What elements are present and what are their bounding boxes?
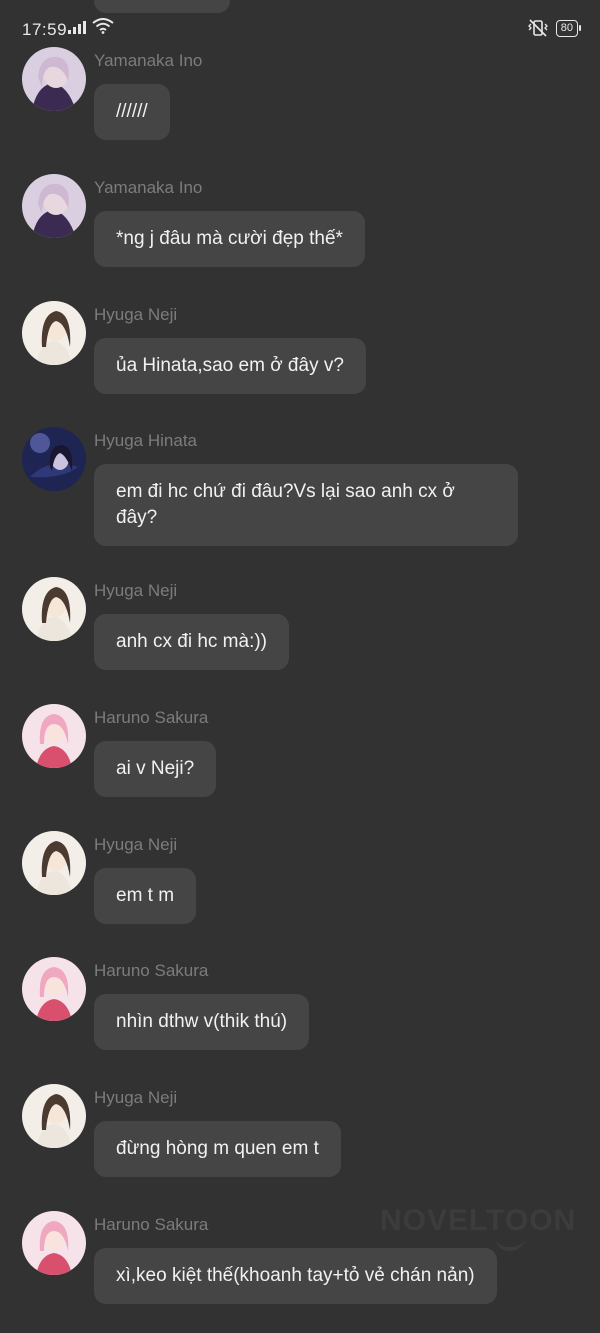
watermark-logo: NOVELTOON bbox=[380, 1204, 577, 1237]
sender-name: Yamanaka Ino bbox=[94, 178, 203, 197]
avatar[interactable] bbox=[22, 831, 86, 895]
sender-name: Haruno Sakura bbox=[94, 961, 209, 980]
avatar[interactable] bbox=[22, 704, 86, 768]
sender-name: Yamanaka Ino bbox=[94, 51, 203, 70]
avatar[interactable] bbox=[22, 47, 86, 111]
sender-name: Hyuga Neji bbox=[94, 835, 178, 854]
sender-name: Haruno Sakura bbox=[94, 708, 209, 727]
message-bubble[interactable]: ////// bbox=[94, 84, 170, 140]
chat-list[interactable]: Yamanaka Ino ////// Yamanaka Ino *ng j đ… bbox=[0, 0, 600, 1333]
message-bubble[interactable]: xì,keo kiệt thế(khoanh tay+tỏ vẻ chán nả… bbox=[94, 1248, 497, 1304]
sender-name: Hyuga Neji bbox=[94, 581, 178, 600]
avatar[interactable] bbox=[22, 577, 86, 641]
avatar[interactable] bbox=[22, 957, 86, 1021]
message-bubble[interactable]: nhìn dthw v(thik thú) bbox=[94, 994, 310, 1050]
avatar[interactable] bbox=[22, 427, 86, 491]
sender-name: Hyuga Hinata bbox=[94, 431, 198, 450]
message-bubble[interactable]: ai v Neji? bbox=[94, 741, 217, 797]
sender-name: Hyuga Neji bbox=[94, 305, 178, 324]
message-bubble[interactable]: em t m bbox=[94, 868, 197, 924]
avatar[interactable] bbox=[22, 1084, 86, 1148]
message-bubble[interactable]: *ng j đâu mà cười đẹp thế* bbox=[94, 211, 365, 267]
avatar[interactable] bbox=[22, 301, 86, 365]
sender-name: Haruno Sakura bbox=[94, 1215, 209, 1234]
message-bubble[interactable]: anh cx đi hc mà:)) bbox=[94, 614, 289, 670]
message-bubble[interactable]: em đi hc chứ đi đâu?Vs lại sao anh cx ở … bbox=[94, 464, 518, 546]
message-bubble[interactable]: ủa Hinata,sao em ở đây v? bbox=[94, 338, 366, 394]
message-bubble[interactable]: đừng hòng m quen em t bbox=[94, 1121, 341, 1177]
avatar[interactable] bbox=[22, 174, 86, 238]
avatar[interactable] bbox=[22, 1211, 86, 1275]
sender-name: Hyuga Neji bbox=[94, 1088, 178, 1107]
